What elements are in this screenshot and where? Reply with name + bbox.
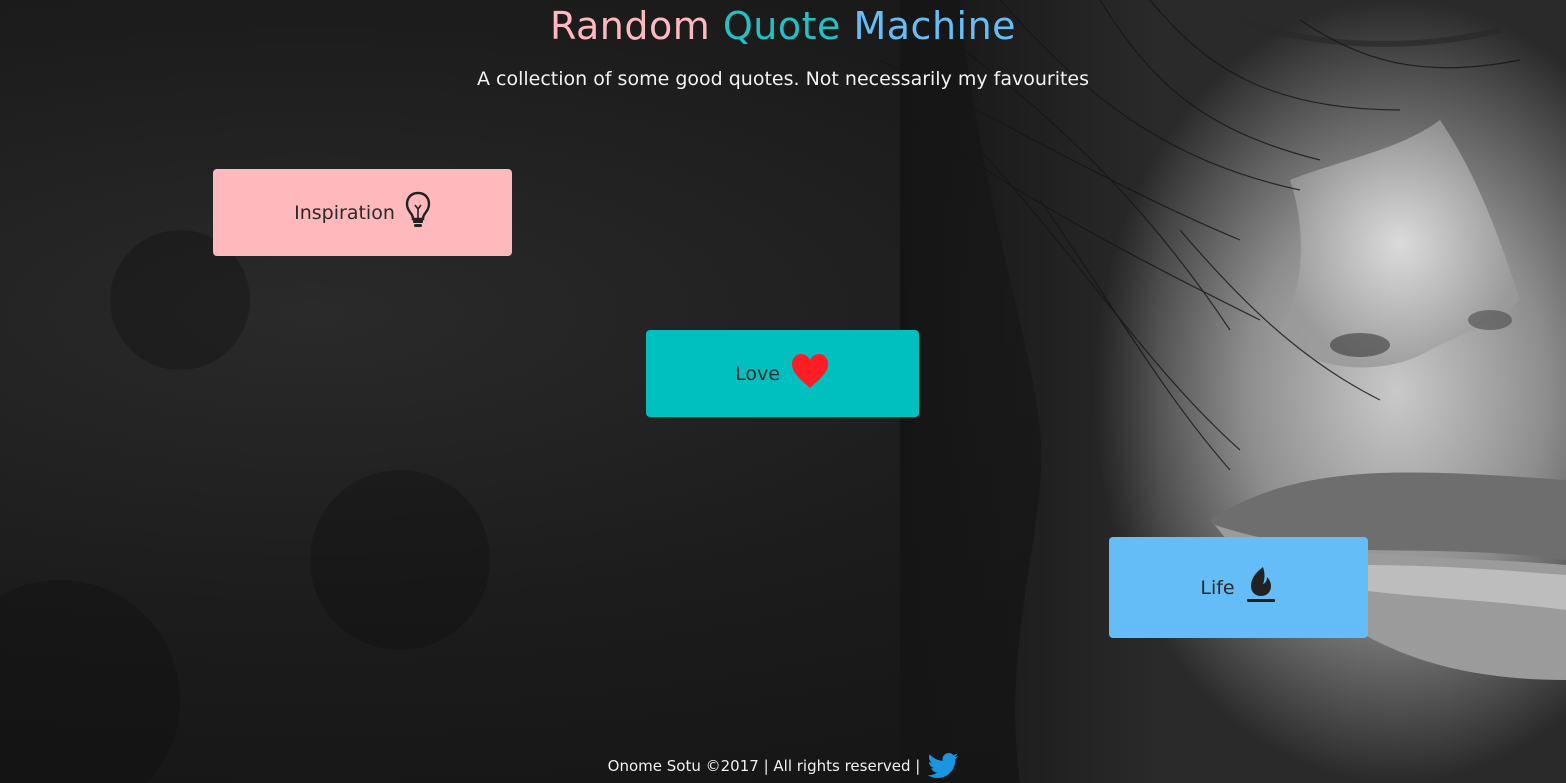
- title-word-random: Random: [549, 4, 711, 48]
- love-button-label: Love: [735, 362, 780, 385]
- life-button[interactable]: Life: [1109, 537, 1368, 638]
- inspiration-button[interactable]: Inspiration: [213, 169, 512, 256]
- title-word-machine: Machine: [853, 4, 1017, 48]
- lightbulb-icon: [405, 191, 431, 234]
- footer: Onome Sotu ©2017 | All rights reserved |: [0, 748, 1566, 783]
- twitter-icon[interactable]: [928, 752, 959, 779]
- page: Random Quote Machine A collection of som…: [0, 0, 1566, 783]
- love-button[interactable]: Love: [646, 330, 919, 417]
- inspiration-button-label: Inspiration: [294, 201, 395, 224]
- page-subtitle: A collection of some good quotes. Not ne…: [476, 68, 1090, 90]
- heart-icon: [790, 353, 830, 394]
- footer-text: Onome Sotu ©2017 | All rights reserved |: [607, 756, 921, 775]
- flame-icon: [1245, 565, 1277, 610]
- page-title: Random Quote Machine: [0, 4, 1566, 48]
- title-word-quote: Quote: [722, 4, 841, 48]
- life-button-label: Life: [1200, 576, 1235, 599]
